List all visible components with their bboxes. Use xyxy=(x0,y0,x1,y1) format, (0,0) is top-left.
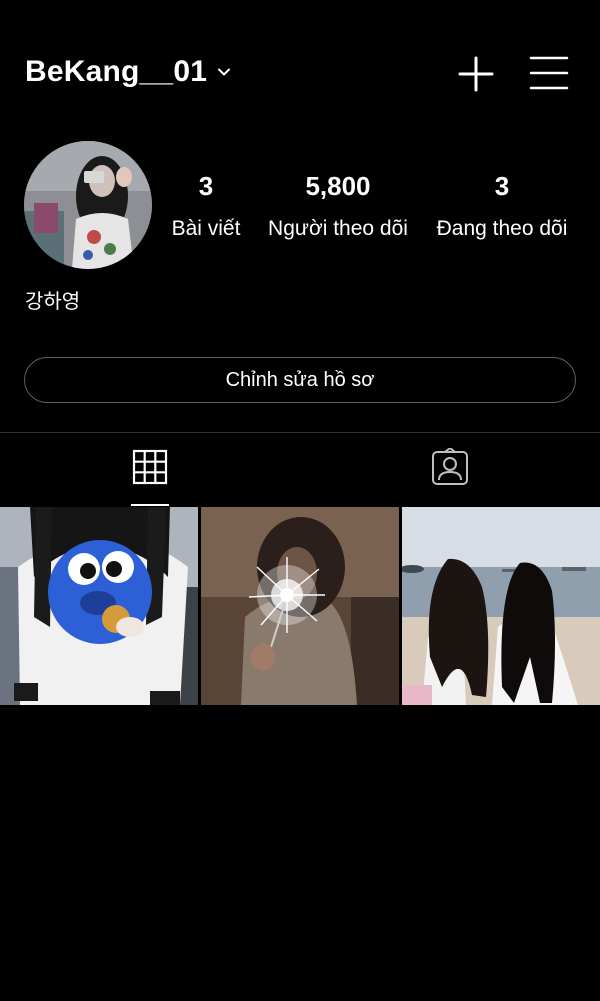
hamburger-menu-icon xyxy=(529,56,569,96)
tab-tagged[interactable] xyxy=(300,433,600,505)
following-count: 3 xyxy=(494,171,510,201)
edit-profile-button[interactable]: Chỉnh sửa hồ sơ xyxy=(24,357,576,403)
post-thumbnail-2[interactable] xyxy=(201,507,399,705)
followers-label: Người theo dõi xyxy=(268,217,408,240)
stat-posts[interactable]: 3 Bài viết xyxy=(160,168,252,244)
posts-label: Bài viết xyxy=(171,217,241,240)
posts-count: 3 xyxy=(198,171,214,201)
account-switcher[interactable]: BeKang__01 xyxy=(25,52,231,92)
create-post-button[interactable] xyxy=(456,52,496,92)
menu-button[interactable] xyxy=(529,52,569,92)
tab-posts-grid[interactable] xyxy=(0,433,300,505)
stat-followers[interactable]: 5,800 Người theo dõi xyxy=(258,168,418,244)
post-thumbnail-1[interactable] xyxy=(0,507,198,705)
active-tab-indicator xyxy=(131,504,169,506)
post-thumbnail-3[interactable] xyxy=(402,507,600,705)
username: BeKang__01 xyxy=(25,55,208,88)
profile-header: BeKang__01 xyxy=(0,0,600,140)
tagged-person-icon xyxy=(431,446,469,491)
avatar[interactable] xyxy=(24,141,152,269)
profile-tabs xyxy=(0,432,600,506)
grid-icon xyxy=(132,449,168,490)
chevron-down-icon xyxy=(217,65,231,79)
followers-count: 5,800 xyxy=(305,171,371,201)
posts-grid xyxy=(0,507,600,705)
following-label: Đang theo dõi xyxy=(436,217,568,240)
stat-following[interactable]: 3 Đang theo dõi xyxy=(426,168,578,244)
plus-icon xyxy=(456,56,496,96)
display-name: 강하영 xyxy=(25,289,81,313)
